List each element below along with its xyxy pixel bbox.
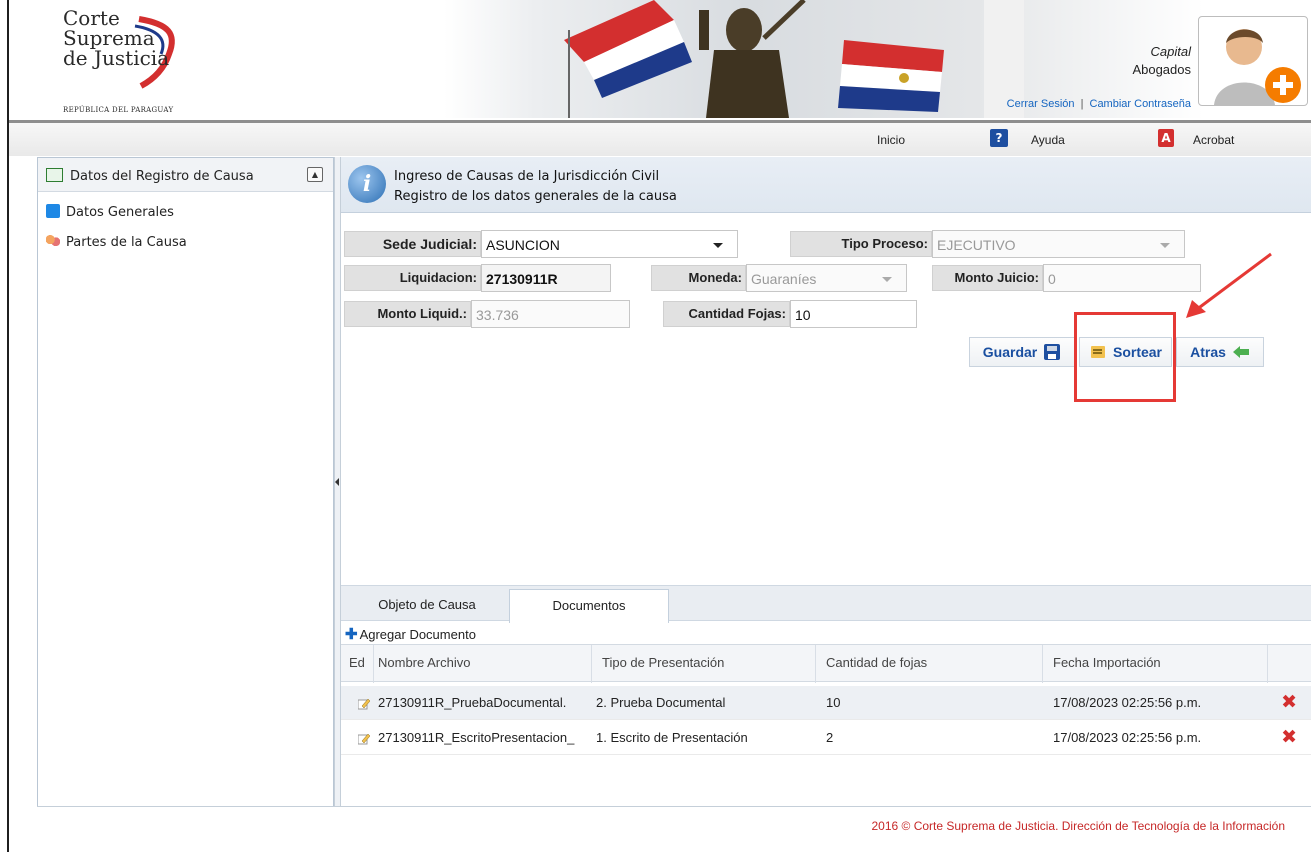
logout-link[interactable]: Cerrar Sesión: [1007, 98, 1075, 110]
grid-header: Ed Nombre Archivo Tipo de Presentación C…: [341, 644, 1311, 683]
nav-acrobat[interactable]: Acrobat: [1193, 133, 1234, 147]
logo-line-3: de Justicia: [63, 46, 170, 70]
spacer: [611, 264, 615, 292]
save-label: Guardar: [982, 344, 1038, 360]
sidebar-title: Datos del Registro de Causa: [70, 169, 254, 184]
table-row[interactable]: 27130911R_EscritoPresentacion_ 1. Escrit…: [341, 721, 1311, 755]
column-divider: [591, 645, 592, 683]
sidebar-item-label: Partes de la Causa: [66, 235, 187, 250]
cell-file-name: 27130911R_EscritoPresentacion_: [378, 730, 575, 745]
info-subtitle: Registro de los datos generales de la ca…: [394, 189, 677, 204]
moneda-select[interactable]: Guaraníes: [746, 264, 907, 292]
edit-icon[interactable]: [358, 733, 370, 745]
highlight-box: [1074, 312, 1176, 402]
add-document-button[interactable]: ✚ Agregar Documento: [345, 625, 476, 643]
main-content: i Ingreso de Causas de la Jurisdicción C…: [341, 157, 1311, 807]
top-navbar: Inicio ? Ayuda A Acrobat: [9, 120, 1311, 156]
monto-juicio-label: Monto Juicio:: [932, 265, 1043, 291]
back-label: Atras: [1190, 344, 1226, 360]
tab-documentos[interactable]: Documentos: [509, 589, 669, 623]
column-divider: [1267, 645, 1268, 683]
help-icon[interactable]: ?: [990, 129, 1008, 147]
column-header[interactable]: Cantidad de fojas: [826, 655, 927, 670]
arrow-left-icon: [1232, 346, 1249, 358]
info-icon: i: [348, 165, 386, 203]
logo-subtitle: REPÚBLICA DEL PARAGUAY: [63, 106, 174, 114]
column-divider: [1042, 645, 1043, 683]
nav-help[interactable]: Ayuda: [1031, 133, 1065, 147]
change-password-link[interactable]: Cambiar Contraseña: [1090, 98, 1192, 110]
liquidacion-field[interactable]: 27130911R: [481, 264, 611, 292]
moneda-label: Moneda:: [651, 265, 746, 291]
panel-splitter[interactable]: [334, 157, 341, 807]
table-row[interactable]: 27130911R_PruebaDocumental. 2. Prueba Do…: [341, 686, 1311, 720]
tipo-proceso-label: Tipo Proceso:: [790, 231, 932, 257]
site-header: Corte Suprema de Justicia REPÚBLICA DEL …: [9, 0, 1311, 120]
info-doc-icon: [46, 204, 60, 218]
info-title: Ingreso de Causas de la Jurisdicción Civ…: [394, 169, 660, 184]
user-avatar[interactable]: [1198, 16, 1308, 106]
cantidad-fojas-field[interactable]: 10: [790, 300, 917, 328]
back-button[interactable]: Atras: [1176, 337, 1264, 367]
edit-icon[interactable]: [358, 698, 370, 710]
user-add-icon: [1214, 29, 1301, 105]
save-button[interactable]: Guardar: [969, 337, 1075, 367]
footer-divider: [37, 806, 1311, 807]
user-info: Capital Abogados: [1132, 44, 1191, 77]
footer-text: 2016 © Corte Suprema de Justicia. Direcc…: [871, 819, 1285, 833]
acrobat-icon[interactable]: A: [1158, 129, 1174, 147]
chevron-down-icon: [882, 277, 892, 282]
chevron-down-icon: [713, 243, 723, 248]
column-header[interactable]: Fecha Importación: [1053, 655, 1161, 670]
column-header[interactable]: Nombre Archivo: [378, 655, 470, 670]
court-logo: Corte Suprema de Justicia REPÚBLICA DEL …: [49, 6, 189, 114]
column-divider: [373, 645, 374, 683]
cell-date: 17/08/2023 02:25:56 p.m.: [1053, 695, 1202, 710]
cell-type: 2. Prueba Documental: [596, 695, 726, 710]
chevron-down-icon: [1160, 243, 1170, 248]
delete-icon[interactable]: ✖: [1281, 727, 1297, 747]
info-banner: i Ingreso de Causas de la Jurisdicción C…: [341, 157, 1311, 213]
sidebar-item-datos-generales[interactable]: Datos Generales: [46, 204, 174, 220]
collapse-button[interactable]: ▲: [307, 167, 323, 182]
column-header[interactable]: Ed: [349, 655, 365, 670]
people-icon: [46, 234, 60, 248]
cell-date: 17/08/2023 02:25:56 p.m.: [1053, 730, 1202, 745]
cell-file-name: 27130911R_PruebaDocumental.: [378, 695, 567, 710]
cell-fojas: 10: [826, 695, 841, 710]
cell-type: 1. Escrito de Presentación: [596, 730, 748, 745]
column-divider: [815, 645, 816, 683]
nav-home[interactable]: Inicio: [877, 133, 905, 147]
tipo-proceso-value: EJECUTIVO: [937, 237, 1016, 253]
sidebar-panel: Datos del Registro de Causa ▲ Datos Gene…: [37, 157, 334, 807]
plus-icon: ✚: [345, 626, 358, 643]
collapse-left-icon[interactable]: [335, 478, 339, 486]
moneda-value: Guaraníes: [751, 271, 817, 287]
user-links: Cerrar Sesión | Cambiar Contraseña: [1007, 98, 1191, 110]
tipo-proceso-select[interactable]: EJECUTIVO: [932, 230, 1185, 258]
user-city: Capital: [1150, 44, 1191, 59]
cantidad-fojas-label: Cantidad Fojas:: [663, 301, 790, 327]
tab-objeto-de-causa[interactable]: Objeto de Causa: [345, 589, 509, 621]
monto-liquid-field[interactable]: 33.736: [471, 300, 630, 328]
sede-select[interactable]: ASUNCION: [481, 230, 738, 258]
form-icon: [46, 168, 63, 182]
sede-label: Sede Judicial:: [344, 231, 481, 257]
user-role: Abogados: [1132, 62, 1191, 77]
monto-liquid-label: Monto Liquid.:: [344, 301, 471, 327]
sidebar-item-partes[interactable]: Partes de la Causa: [46, 234, 187, 250]
column-header[interactable]: Tipo de Presentación: [602, 655, 724, 670]
sede-value: ASUNCION: [486, 237, 560, 253]
delete-icon[interactable]: ✖: [1281, 692, 1297, 712]
sidebar-item-label: Datos Generales: [66, 205, 174, 220]
annotation-arrow-icon: [1186, 252, 1272, 318]
sidebar-header: Datos del Registro de Causa ▲: [38, 158, 333, 192]
add-document-label: Agregar Documento: [359, 627, 476, 642]
tab-bar: Objeto de Causa Documentos: [341, 585, 1311, 623]
link-separator: |: [1080, 98, 1084, 110]
liquidacion-label: Liquidacion:: [344, 265, 481, 291]
cell-fojas: 2: [826, 730, 834, 745]
floppy-disk-icon: [1044, 344, 1061, 360]
